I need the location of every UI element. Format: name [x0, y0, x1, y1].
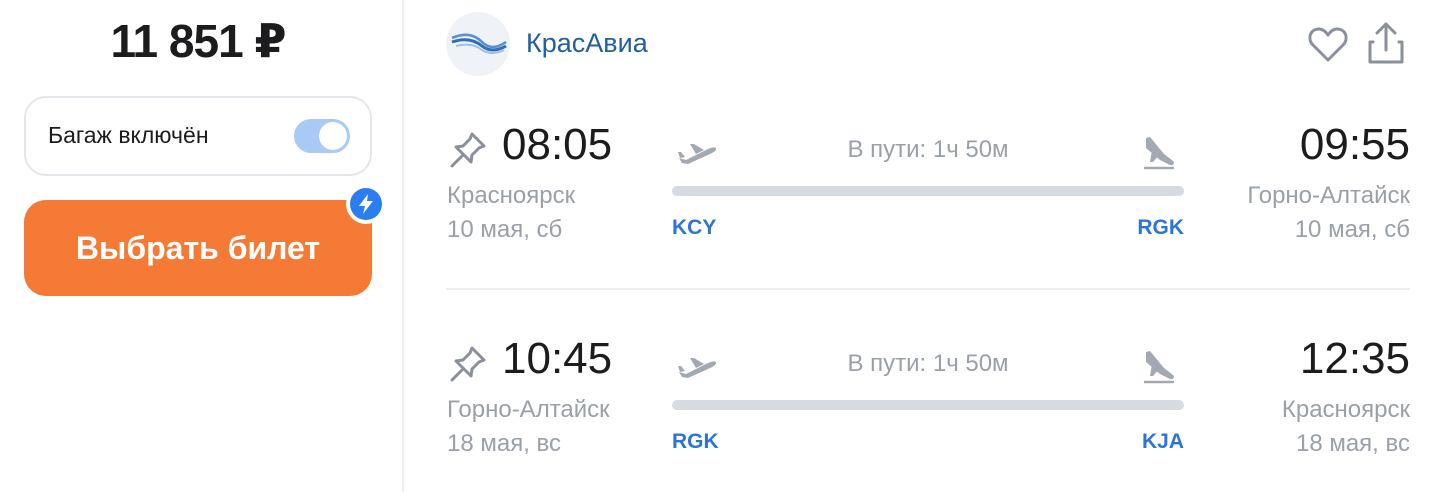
- departure-city: Горно-Алтайск: [447, 396, 610, 423]
- flight-duration: В пути: 1ч 50м: [847, 136, 1009, 163]
- departure-airport-code: KCY: [672, 216, 717, 239]
- arrival-airport-code: RGK: [1137, 216, 1184, 239]
- departure-airport-code: RGK: [672, 430, 719, 453]
- arrival-airport-code: KJA: [1141, 430, 1184, 453]
- arrival-time: 09:55: [1299, 120, 1410, 169]
- arrival-city: Горно-Алтайск: [1247, 182, 1410, 209]
- route-track: [672, 186, 1184, 196]
- departure-time: 10:45: [502, 334, 613, 383]
- flight-segment: 08:05 Красноярск 10 мая, сб В пути: 1ч 5…: [0, 120, 1438, 260]
- pin-icon[interactable]: [448, 130, 488, 170]
- segment-divider: [446, 288, 1410, 290]
- flight-duration: В пути: 1ч 50м: [847, 350, 1009, 377]
- arrival-time: 12:35: [1299, 334, 1410, 383]
- airline-name: КрасАвиа: [526, 28, 648, 58]
- heart-icon[interactable]: [1306, 22, 1350, 66]
- arrival-date: 18 мая, вс: [1295, 430, 1410, 457]
- departure-time: 08:05: [502, 120, 613, 169]
- ticket-price: 11 851 ₽: [110, 15, 287, 67]
- pin-icon[interactable]: [448, 344, 488, 384]
- departure-date: 18 мая, вс: [447, 430, 562, 457]
- arrival-city: Красноярск: [1281, 396, 1410, 423]
- route-track: [672, 400, 1184, 410]
- flight-segment: 10:45 Горно-Алтайск 18 мая, вс В пути: 1…: [0, 334, 1438, 474]
- departure-city: Красноярск: [447, 182, 576, 209]
- airline-logo: [446, 12, 510, 76]
- share-icon[interactable]: [1364, 20, 1408, 66]
- departure-date: 10 мая, сб: [447, 216, 563, 243]
- landing-icon: [1138, 346, 1178, 386]
- arrival-date: 10 мая, сб: [1294, 216, 1410, 243]
- landing-icon: [1138, 132, 1178, 172]
